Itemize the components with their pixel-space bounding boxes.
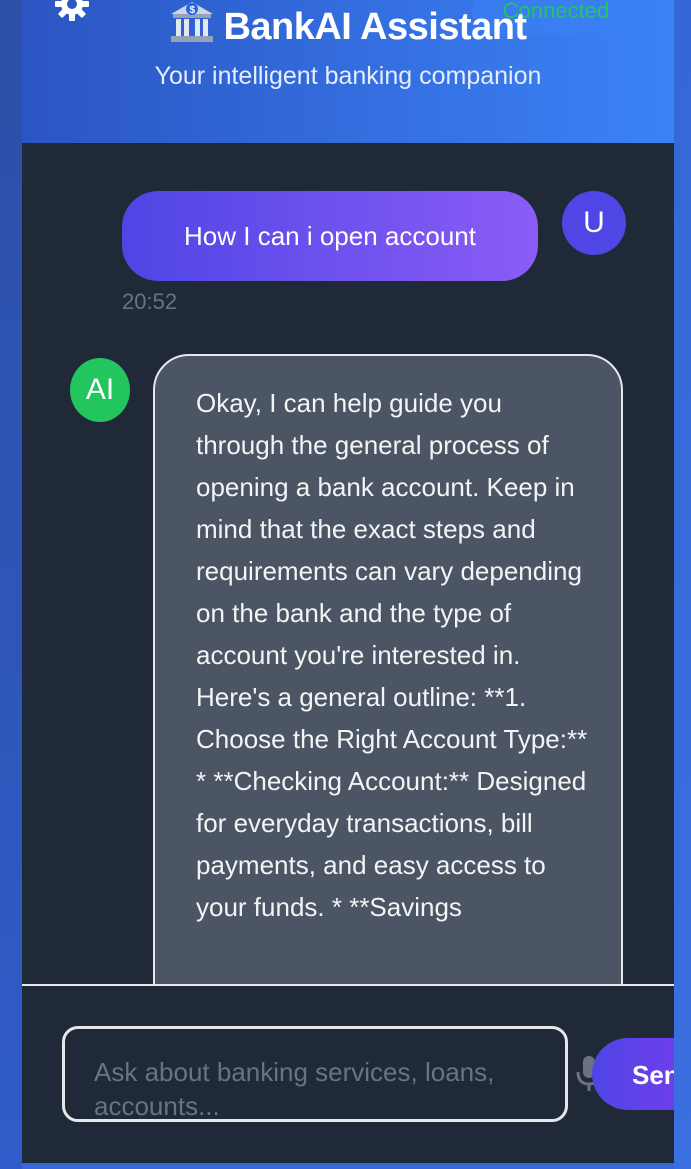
app-title-text: BankAI Assistant [223, 6, 527, 48]
ai-message-text: Okay, I can help guide you through the g… [196, 388, 588, 922]
message-composer: Send [22, 986, 674, 1163]
page-background-right [674, 0, 691, 1169]
app-subtitle: Your intelligent banking companion [154, 62, 542, 90]
ai-avatar: AI [70, 358, 130, 422]
message-list[interactable]: How I can i open account U 20:52 AI Okay… [22, 143, 674, 985]
user-avatar: U [562, 191, 626, 255]
user-message-bubble: How I can i open account [122, 191, 538, 281]
chat-app: Connected $ BankAI Assistant Your intell… [22, 0, 674, 1163]
message-input-box [62, 1026, 568, 1122]
message-timestamp: 20:52 [122, 289, 178, 314]
user-message-text: How I can i open account [184, 221, 476, 251]
message-input[interactable] [65, 1029, 565, 1119]
page-background-left [0, 0, 22, 1169]
ai-message-bubble: Okay, I can help guide you through the g… [153, 354, 623, 985]
bank-icon: $ [171, 2, 214, 42]
chat-header: Connected $ BankAI Assistant Your intell… [22, 0, 674, 143]
send-button[interactable]: Send [592, 1038, 674, 1110]
app-title: $ BankAI Assistant [22, 0, 674, 49]
